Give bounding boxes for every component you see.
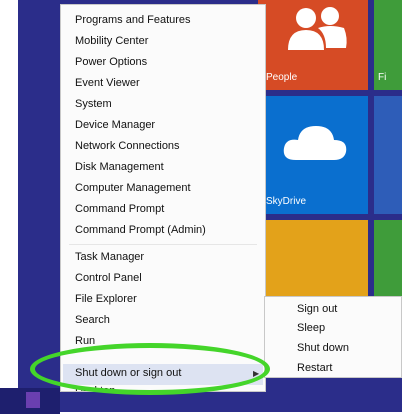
blue-tile[interactable]	[374, 96, 402, 214]
yellow-tile[interactable]	[258, 220, 368, 300]
people-icon	[288, 7, 347, 50]
menu-item-device-manager[interactable]: Device Manager	[75, 119, 155, 131]
skydrive-tile-label: SkyDrive	[266, 196, 307, 207]
menu-item-mobility-center[interactable]: Mobility Center	[75, 35, 148, 47]
menu-item-command-prompt[interactable]: Command Prompt	[75, 203, 164, 215]
screen-border-bottom	[0, 412, 402, 420]
menu-item-file-explorer[interactable]: File Explorer	[75, 293, 137, 305]
menu-item-command-prompt-admin[interactable]: Command Prompt (Admin)	[75, 224, 206, 236]
people-tile-label: People	[266, 72, 298, 83]
menu-item-network-connections[interactable]: Network Connections	[75, 140, 180, 152]
quick-link-menu: Programs and Features Mobility Center Po…	[60, 4, 266, 392]
submenu-item-sign-out[interactable]: Sign out	[297, 303, 337, 315]
menu-item-disk-management[interactable]: Disk Management	[75, 161, 164, 173]
start-button[interactable]	[26, 392, 40, 408]
screen-border-left	[0, 0, 18, 420]
submenu-item-restart[interactable]: Restart	[297, 362, 332, 374]
green-tile[interactable]: Fi	[374, 0, 402, 90]
people-tile[interactable]: People	[258, 0, 368, 90]
submenu-item-shut-down[interactable]: Shut down	[297, 342, 349, 354]
menu-separator	[69, 244, 257, 245]
skydrive-tile[interactable]: SkyDrive	[258, 96, 368, 214]
green-tile-label: Fi	[378, 72, 387, 83]
cloud-icon	[283, 126, 347, 160]
menu-item-computer-management[interactable]: Computer Management	[75, 182, 191, 194]
menu-item-event-viewer[interactable]: Event Viewer	[75, 77, 140, 89]
submenu-item-sleep[interactable]: Sleep	[297, 322, 325, 334]
menu-item-search[interactable]: Search	[75, 314, 110, 326]
menu-item-control-panel[interactable]: Control Panel	[75, 272, 142, 284]
menu-item-power-options[interactable]: Power Options	[75, 56, 147, 68]
menu-item-programs-and-features[interactable]: Programs and Features	[75, 14, 191, 26]
highlight-ellipse	[30, 343, 270, 395]
green-tile-2[interactable]	[374, 220, 402, 300]
menu-item-system[interactable]: System	[75, 98, 112, 110]
shut-down-submenu: Sign out Sleep Shut down Restart	[264, 296, 402, 378]
menu-item-task-manager[interactable]: Task Manager	[75, 251, 144, 263]
